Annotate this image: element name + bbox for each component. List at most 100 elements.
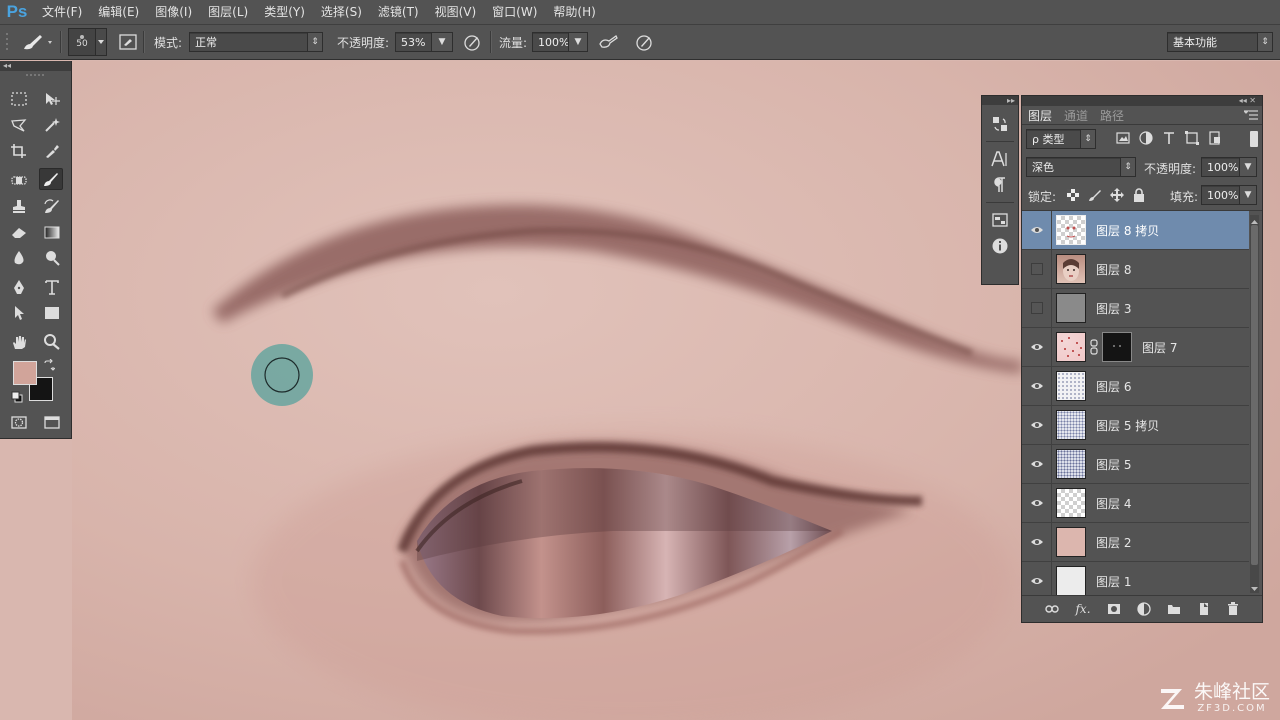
layer-row[interactable]: 图层 2 bbox=[1022, 523, 1249, 562]
layer-row[interactable]: 图层 8 拷贝 bbox=[1022, 211, 1249, 250]
layer-row[interactable]: 图层 6 bbox=[1022, 367, 1249, 406]
pressure-size-toggle[interactable] bbox=[634, 25, 654, 59]
chevron-down-icon[interactable]: ▼ bbox=[431, 33, 452, 51]
workspace-select[interactable]: 基本功能 ⇕ bbox=[1167, 32, 1273, 52]
menu-help[interactable]: 帮助(H) bbox=[545, 0, 603, 24]
shape-filter-icon[interactable] bbox=[1185, 131, 1199, 145]
type-tool[interactable] bbox=[40, 276, 64, 298]
eyedropper-tool[interactable] bbox=[40, 140, 64, 162]
history-panel-button[interactable] bbox=[982, 111, 1018, 137]
pen-tool[interactable] bbox=[7, 276, 31, 298]
menu-window[interactable]: 窗口(W) bbox=[484, 0, 545, 24]
chevron-down-icon[interactable]: ▼ bbox=[568, 33, 587, 51]
type-filter-icon[interactable] bbox=[1162, 131, 1176, 145]
filter-toggle-switch[interactable] bbox=[1250, 131, 1258, 147]
hand-tool[interactable] bbox=[7, 331, 31, 353]
move-tool[interactable] bbox=[40, 88, 64, 110]
visibility-toggle[interactable] bbox=[1022, 523, 1052, 561]
layer-row[interactable]: 图层 8 bbox=[1022, 250, 1249, 289]
brush-tool[interactable] bbox=[39, 168, 63, 190]
layer-filter-select[interactable]: ρ 类型 ⇕ bbox=[1026, 129, 1096, 149]
history-brush-tool[interactable] bbox=[40, 195, 64, 217]
adjustment-filter-icon[interactable] bbox=[1139, 131, 1153, 145]
trash-icon[interactable] bbox=[1227, 602, 1239, 616]
chevron-down-icon[interactable]: ▼ bbox=[1239, 158, 1256, 176]
blend-mode-select[interactable]: 深色 ⇕ bbox=[1026, 157, 1136, 177]
quick-mask-toggle[interactable] bbox=[7, 411, 31, 433]
visibility-toggle[interactable] bbox=[1022, 484, 1052, 522]
layer-row[interactable]: 图层 3 bbox=[1022, 289, 1249, 328]
lock-all-icon[interactable] bbox=[1132, 188, 1146, 202]
link-icon[interactable] bbox=[1045, 603, 1060, 615]
scroll-down-icon[interactable] bbox=[1250, 585, 1259, 593]
visibility-toggle[interactable] bbox=[1022, 211, 1052, 249]
mode-select[interactable]: 正常 ⇕ bbox=[189, 32, 323, 52]
group-folder-icon[interactable] bbox=[1167, 603, 1181, 615]
visibility-toggle[interactable] bbox=[1022, 289, 1052, 327]
menu-layer[interactable]: 图层(L) bbox=[200, 0, 256, 24]
zoom-tool[interactable] bbox=[40, 331, 64, 353]
mask-icon[interactable] bbox=[1107, 603, 1121, 615]
pressure-opacity-toggle[interactable] bbox=[462, 25, 482, 59]
tab-paths[interactable]: 路径 bbox=[1094, 108, 1130, 124]
expand-icon[interactable]: ▸▸ bbox=[982, 96, 1018, 105]
lock-transparent-icon[interactable] bbox=[1066, 188, 1080, 202]
path-selection-tool[interactable] bbox=[7, 302, 31, 324]
rectangle-tool[interactable] bbox=[40, 302, 64, 324]
paragraph-panel-button[interactable] bbox=[982, 172, 1018, 198]
marquee-tool[interactable] bbox=[7, 88, 31, 110]
swap-colors-icon[interactable] bbox=[43, 358, 56, 374]
eraser-tool[interactable] bbox=[7, 221, 31, 243]
new-layer-icon[interactable] bbox=[1197, 602, 1211, 616]
menu-image[interactable]: 图像(I) bbox=[147, 0, 200, 24]
lasso-tool[interactable] bbox=[7, 114, 31, 136]
menu-edit[interactable]: 编辑(E) bbox=[90, 0, 147, 24]
visibility-toggle[interactable] bbox=[1022, 367, 1052, 405]
default-colors-icon[interactable] bbox=[11, 391, 23, 406]
dodge-tool[interactable] bbox=[40, 247, 64, 269]
flow-input[interactable]: 100% ▼ bbox=[532, 32, 588, 52]
smart-object-filter-icon[interactable] bbox=[1208, 131, 1222, 145]
menu-filter[interactable]: 滤镜(T) bbox=[370, 0, 427, 24]
screen-mode-toggle[interactable] bbox=[40, 411, 64, 433]
clone-stamp-tool[interactable] bbox=[7, 195, 31, 217]
adjustment-icon[interactable] bbox=[1136, 602, 1151, 616]
gradient-tool[interactable] bbox=[40, 221, 64, 243]
panel-menu-icon[interactable] bbox=[1244, 110, 1258, 120]
menu-type[interactable]: 类型(Y) bbox=[256, 0, 313, 24]
fx-icon[interactable]: fx. bbox=[1075, 602, 1090, 616]
layer-row[interactable]: 图层 5 bbox=[1022, 445, 1249, 484]
layer-opacity-input[interactable]: 100% ▼ bbox=[1201, 157, 1257, 177]
menu-view[interactable]: 视图(V) bbox=[427, 0, 485, 24]
brush-panel-toggle[interactable] bbox=[118, 25, 138, 59]
blur-tool[interactable] bbox=[7, 247, 31, 269]
tool-preset-picker[interactable] bbox=[18, 25, 54, 59]
visibility-toggle[interactable] bbox=[1022, 562, 1052, 595]
crop-tool[interactable] bbox=[7, 140, 31, 162]
airbrush-toggle[interactable] bbox=[597, 25, 619, 59]
lock-paint-icon[interactable] bbox=[1088, 188, 1102, 202]
tab-channels[interactable]: 通道 bbox=[1058, 108, 1094, 124]
visibility-toggle[interactable] bbox=[1022, 445, 1052, 483]
properties-panel-button[interactable] bbox=[982, 207, 1018, 233]
layer-mask-thumbnail[interactable] bbox=[1102, 332, 1132, 362]
healing-brush-tool[interactable] bbox=[7, 169, 31, 191]
character-panel-button[interactable] bbox=[982, 146, 1018, 172]
chevron-down-icon[interactable]: ▼ bbox=[1239, 186, 1256, 204]
info-panel-button[interactable] bbox=[982, 233, 1018, 259]
layer-scrollbar[interactable] bbox=[1250, 215, 1259, 593]
layer-row[interactable]: 图层 1 bbox=[1022, 562, 1249, 595]
scroll-thumb[interactable] bbox=[1251, 225, 1258, 565]
menu-select[interactable]: 选择(S) bbox=[313, 0, 370, 24]
tab-layers[interactable]: 图层 bbox=[1022, 108, 1059, 124]
layer-row[interactable]: 图层 7 bbox=[1022, 328, 1249, 367]
opacity-input[interactable]: 53% ▼ bbox=[395, 32, 453, 52]
visibility-toggle[interactable] bbox=[1022, 328, 1052, 366]
visibility-toggle[interactable] bbox=[1022, 406, 1052, 444]
fill-input[interactable]: 100% ▼ bbox=[1201, 185, 1257, 205]
chain-link-icon[interactable] bbox=[1089, 339, 1099, 355]
panel-collapse-icon[interactable]: ◂◂ ✕ bbox=[1022, 96, 1262, 106]
layer-row[interactable]: 图层 4 bbox=[1022, 484, 1249, 523]
brush-size-picker[interactable]: 50 bbox=[68, 25, 107, 59]
menu-file[interactable]: 文件(F) bbox=[34, 0, 90, 24]
